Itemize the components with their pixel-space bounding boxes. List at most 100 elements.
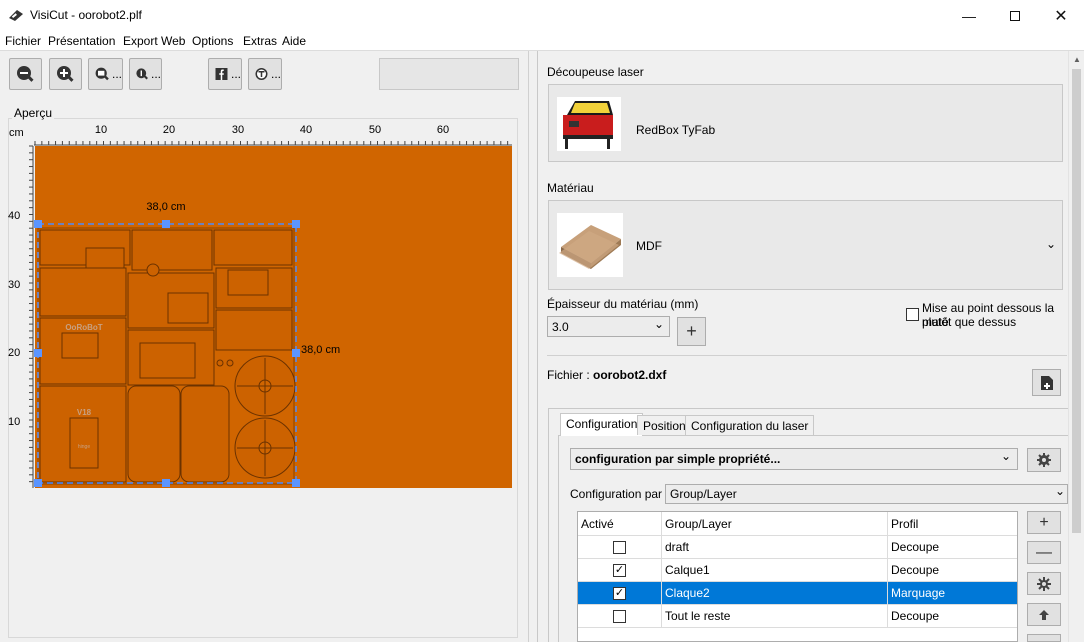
check-icon: ✓ bbox=[614, 563, 625, 576]
row-profile-cell[interactable]: Decoupe bbox=[888, 559, 1017, 582]
y-tick-10: 10 bbox=[8, 416, 20, 428]
plus-icon: + bbox=[1039, 513, 1049, 531]
minimize-button[interactable]: — bbox=[946, 0, 992, 31]
thingiverse-dots: ... bbox=[270, 67, 281, 81]
zoom-in-icon bbox=[57, 66, 74, 82]
y-tick-20: 20 bbox=[8, 347, 20, 359]
gear-icon bbox=[1037, 576, 1051, 591]
x-tick-20: 20 bbox=[163, 124, 175, 136]
scrollbar-thumb[interactable] bbox=[1072, 69, 1081, 533]
tab-position[interactable]: Position bbox=[637, 415, 692, 435]
height-dimension: 38,0 cm bbox=[301, 344, 340, 356]
move-down-button[interactable] bbox=[1027, 634, 1061, 642]
thingiverse-button[interactable]: ... bbox=[248, 58, 282, 90]
row-layer-cell[interactable]: Claque2 bbox=[662, 582, 888, 605]
laser-cutter-image bbox=[557, 97, 621, 151]
handle-top-left bbox=[34, 220, 42, 228]
row-layer-cell[interactable]: Tout le reste bbox=[662, 605, 888, 628]
tab-laser-configuration[interactable]: Configuration du laser bbox=[685, 415, 815, 435]
header-layer[interactable]: Group/Layer bbox=[662, 512, 888, 536]
menu-presentation[interactable]: Présentation bbox=[48, 34, 115, 48]
focus-underside-label-2: plutôt que dessus bbox=[922, 315, 1017, 329]
y-tick-40: 40 bbox=[8, 210, 20, 222]
menu-extras[interactable]: Extras bbox=[243, 34, 277, 48]
handle-bottom bbox=[162, 479, 170, 487]
plus-icon: + bbox=[686, 321, 697, 341]
add-row-button[interactable]: + bbox=[1027, 511, 1061, 534]
header-active[interactable]: Activé bbox=[578, 512, 662, 536]
part-label-hinge: hinge bbox=[78, 444, 90, 450]
config-by-label: Configuration par : bbox=[570, 487, 669, 501]
config-settings-button[interactable] bbox=[1027, 448, 1061, 472]
row-active-cell[interactable]: ✓ bbox=[578, 582, 662, 605]
row-layer-cell[interactable]: draft bbox=[662, 536, 888, 559]
preview-canvas[interactable]: cm 10 20 30 40 50 60 40 30 20 10 OoRoBoT… bbox=[0, 118, 529, 642]
menu-options[interactable]: Options bbox=[192, 34, 233, 48]
laser-cutter-card[interactable]: RedBox TyFab bbox=[548, 84, 1063, 162]
menu-aide[interactable]: Aide bbox=[282, 34, 306, 48]
menu-bar: Fichier Présentation Export Web Options … bbox=[0, 31, 1084, 51]
part-label-oorobot: OoRoBoT bbox=[65, 323, 102, 332]
row-active-cell[interactable] bbox=[578, 605, 662, 628]
chevron-down-icon: ⌄ bbox=[653, 317, 664, 331]
arrow-up-icon bbox=[1039, 609, 1049, 620]
row-active-cell[interactable]: ✓ bbox=[578, 559, 662, 582]
zoom-fit-button[interactable]: ... bbox=[88, 58, 123, 90]
zoom-in-button[interactable] bbox=[49, 58, 82, 90]
row-profile-cell[interactable]: Decoupe bbox=[888, 605, 1017, 628]
zoom-fit-icon bbox=[95, 67, 109, 81]
menu-export-web[interactable]: Export Web bbox=[123, 34, 185, 48]
zoom-out-icon bbox=[17, 66, 34, 82]
chevron-down-icon: ⌄ bbox=[1054, 484, 1065, 498]
config-mode-dropdown[interactable]: configuration par simple propriété... ⌄ bbox=[570, 448, 1018, 470]
handle-bottom-left bbox=[34, 479, 42, 487]
zoom-one-button[interactable]: ... bbox=[129, 58, 162, 90]
new-file-icon bbox=[1040, 375, 1053, 390]
row-active-checkbox[interactable]: ✓ bbox=[613, 586, 626, 600]
facebook-button[interactable]: ... bbox=[208, 58, 242, 90]
focus-underside-checkbox[interactable] bbox=[906, 308, 919, 321]
y-tick-30: 30 bbox=[8, 279, 20, 291]
thickness-dropdown[interactable]: 3.0 ⌄ bbox=[547, 316, 670, 337]
scroll-up-icon[interactable]: ▲ bbox=[1073, 55, 1081, 64]
y-ruler: 40 30 20 10 bbox=[8, 145, 34, 488]
check-icon: ✓ bbox=[614, 586, 625, 599]
add-file-button[interactable] bbox=[1032, 369, 1061, 396]
minus-icon: — bbox=[1036, 543, 1052, 561]
move-up-button[interactable] bbox=[1027, 603, 1061, 626]
laser-cutter-name: RedBox TyFab bbox=[636, 123, 716, 137]
visicut-logo-icon bbox=[9, 10, 23, 21]
title-bar: VisiCut - oorobot2.plf — ✕ bbox=[0, 0, 1084, 31]
x-ruler: 10 20 30 40 50 60 bbox=[34, 124, 512, 146]
row-active-checkbox[interactable] bbox=[613, 540, 626, 554]
x-tick-30: 30 bbox=[232, 124, 244, 136]
tab-configuration[interactable]: Configuration bbox=[560, 413, 644, 436]
handle-left bbox=[34, 349, 42, 357]
window-title: VisiCut - oorobot2.plf bbox=[30, 8, 142, 22]
row-active-cell[interactable] bbox=[578, 536, 662, 559]
row-profile-cell[interactable]: Decoupe bbox=[888, 536, 1017, 559]
settings-scrollbar[interactable]: ▲ bbox=[1068, 51, 1084, 642]
progress-area bbox=[379, 58, 519, 90]
maximize-button[interactable] bbox=[992, 0, 1038, 31]
row-layer-cell[interactable]: Calque1 bbox=[662, 559, 888, 582]
row-active-checkbox[interactable] bbox=[613, 609, 626, 623]
header-profile[interactable]: Profil bbox=[888, 512, 1017, 536]
config-mode-value: configuration par simple propriété... bbox=[575, 452, 781, 466]
handle-right bbox=[292, 349, 300, 357]
x-tick-40: 40 bbox=[300, 124, 312, 136]
zoom-out-button[interactable] bbox=[9, 58, 42, 90]
menu-fichier[interactable]: Fichier bbox=[5, 34, 41, 48]
thickness-label: Épaisseur du matériau (mm) bbox=[547, 297, 699, 311]
close-button[interactable]: ✕ bbox=[1038, 0, 1084, 31]
remove-row-button[interactable]: — bbox=[1027, 541, 1061, 564]
row-settings-button[interactable] bbox=[1027, 572, 1061, 595]
config-by-dropdown[interactable]: Group/Layer ⌄ bbox=[665, 484, 1068, 504]
x-tick-60: 60 bbox=[437, 124, 449, 136]
add-thickness-button[interactable]: + bbox=[677, 317, 706, 346]
row-profile-cell[interactable]: Marquage bbox=[888, 582, 1017, 605]
row-active-checkbox[interactable]: ✓ bbox=[613, 563, 626, 577]
handle-top-right bbox=[292, 220, 300, 228]
material-selector[interactable]: MDF ⌄ bbox=[548, 200, 1063, 290]
material-name: MDF bbox=[636, 239, 662, 253]
